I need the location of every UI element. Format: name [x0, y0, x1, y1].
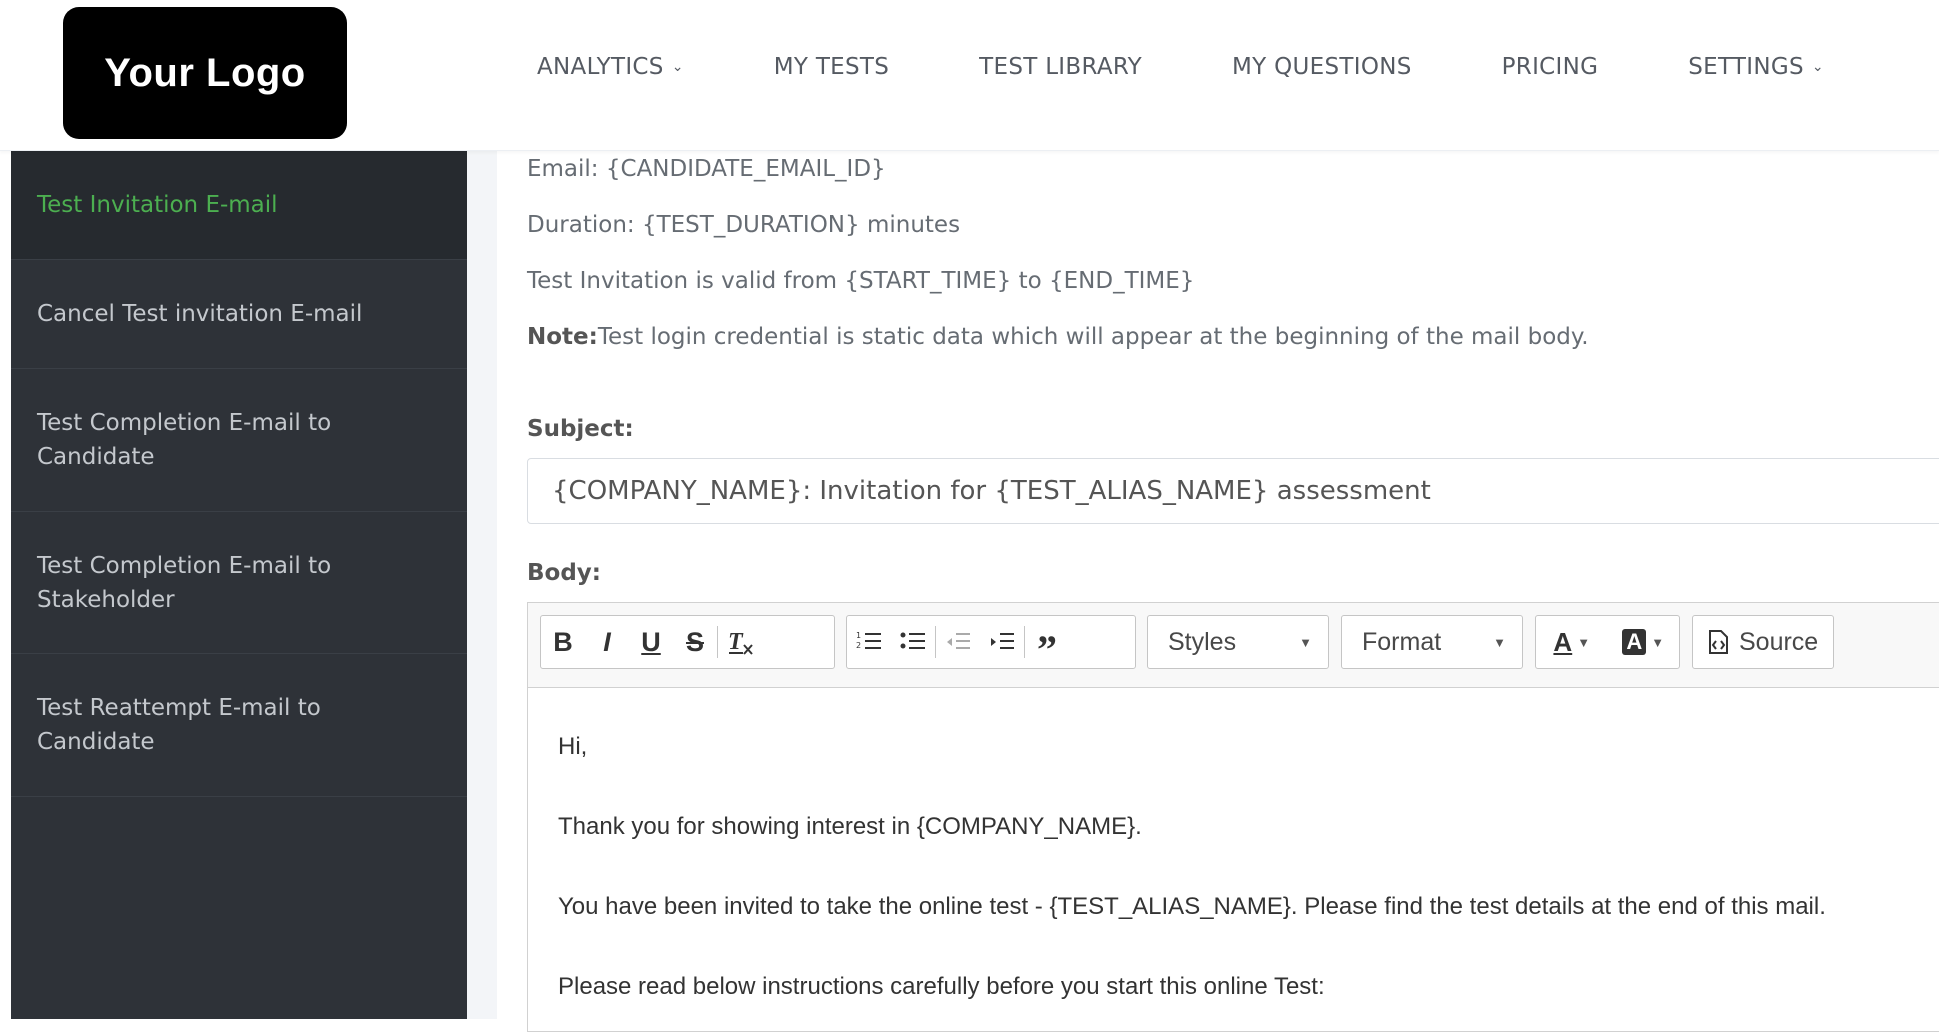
body-line: Thank you for showing interest in {COMPA…	[558, 813, 1142, 840]
numbered-list-button[interactable]: 1 2	[847, 616, 891, 668]
remove-format-icon: T	[728, 629, 753, 655]
italic-button[interactable]: I	[585, 616, 629, 668]
nav-my-questions-label: MY QUESTIONS	[1232, 54, 1412, 80]
email-template-sidebar: Test Invitation E-mail Cancel Test invit…	[11, 150, 467, 1019]
svg-text:2: 2	[856, 641, 861, 650]
sidebar-item-reattempt-candidate[interactable]: Test Reattempt E-mail to Candidate	[11, 654, 467, 797]
blockquote-button[interactable]: ”	[1025, 609, 1069, 675]
nav-my-questions[interactable]: MY QUESTIONS	[1232, 54, 1412, 80]
source-icon	[1709, 630, 1728, 654]
body-line: You have been invited to take the online…	[558, 893, 1826, 920]
svg-text:1: 1	[856, 631, 861, 640]
basic-styles-group: B I U S T	[540, 615, 835, 669]
sidebar-item-label: Test Completion E-mail to Candidate	[37, 410, 332, 470]
underline-button[interactable]: U	[629, 616, 673, 668]
remove-format-button[interactable]: T	[718, 616, 762, 668]
nav-analytics-label: ANALYTICS	[537, 54, 664, 80]
outdent-icon	[947, 633, 970, 649]
nav-my-tests[interactable]: MY TESTS	[774, 54, 889, 80]
sidebar-item-completion-stakeholder[interactable]: Test Completion E-mail to Stakeholder	[11, 512, 467, 654]
numbered-list-icon: 1 2	[856, 631, 881, 650]
content-gutter	[467, 150, 497, 1019]
logo[interactable]: Your Logo	[63, 7, 347, 139]
nav-pricing[interactable]: PRICING	[1502, 54, 1599, 80]
body-line: Hi,	[558, 733, 588, 760]
chevron-down-icon: ⌄	[1811, 59, 1824, 75]
background-color-button[interactable]: A ▼	[1613, 616, 1673, 668]
nav-settings[interactable]: SETTINGS ⌄	[1688, 54, 1824, 80]
body-label: Body:	[527, 560, 601, 586]
nav-test-library-label: TEST LIBRARY	[979, 54, 1143, 80]
bold-button[interactable]: B	[541, 616, 585, 668]
outdent-button[interactable]	[936, 616, 980, 668]
main-nav: ANALYTICS ⌄ MY TESTS TEST LIBRARY MY QUE…	[537, 0, 1914, 134]
sidebar-item-label: Cancel Test invitation E-mail	[37, 301, 363, 327]
background-color-icon: A	[1622, 629, 1647, 655]
format-dropdown[interactable]: Format ▼	[1341, 615, 1523, 669]
strikethrough-button[interactable]: S	[673, 616, 717, 668]
nav-my-tests-label: MY TESTS	[773, 54, 890, 80]
styles-dropdown[interactable]: Styles ▼	[1147, 615, 1329, 669]
source-label: Source	[1739, 627, 1819, 656]
sidebar-item-label: Test Reattempt E-mail to Candidate	[37, 695, 321, 755]
styles-label: Styles	[1168, 627, 1237, 656]
indent-icon	[991, 633, 1014, 649]
sidebar-item-label: Test Invitation E-mail	[37, 191, 278, 218]
nav-test-library[interactable]: TEST LIBRARY	[979, 54, 1142, 80]
chevron-down-icon: ⌄	[671, 59, 684, 75]
blockquote-icon: ”	[1037, 626, 1057, 672]
bulleted-list-button[interactable]	[891, 616, 935, 668]
sidebar-item-completion-candidate[interactable]: Test Completion E-mail to Candidate	[11, 369, 467, 512]
colors-group: A ▼ A ▼	[1535, 615, 1680, 669]
caret-down-icon: ▼	[1299, 634, 1312, 650]
placeholder-info-email: Email: {CANDIDATE_EMAIL_ID}	[527, 156, 886, 182]
top-header: Your Logo ANALYTICS ⌄ MY TESTS TEST LIBR…	[0, 0, 1939, 151]
caret-down-icon: ▼	[1493, 634, 1506, 650]
editor-toolbar: B I U S T 1 2 ” Styles ▼ Format ▼ A ▼ A …	[528, 603, 1939, 688]
svg-text:T: T	[728, 629, 744, 655]
placeholder-info-validity: Test Invitation is valid from {START_TIM…	[527, 268, 1195, 294]
bulleted-list-icon	[900, 632, 925, 649]
sidebar-item-test-invitation[interactable]: Test Invitation E-mail	[11, 150, 467, 260]
caret-down-icon: ▼	[1577, 634, 1591, 650]
text-color-button[interactable]: A ▼	[1542, 616, 1602, 668]
placeholder-info-duration: Duration: {TEST_DURATION} minutes	[527, 212, 961, 238]
note-label: Note:	[527, 324, 598, 350]
source-button[interactable]: Source	[1692, 615, 1834, 669]
note-text: Test login credential is static data whi…	[597, 324, 1589, 350]
body-line: Please read below instructions carefully…	[558, 973, 1325, 1000]
indent-button[interactable]	[980, 616, 1024, 668]
sidebar-item-label: Test Completion E-mail to Stakeholder	[37, 552, 332, 613]
text-color-icon: A	[1553, 626, 1573, 657]
list-indent-group: 1 2 ”	[846, 615, 1136, 672]
nav-analytics[interactable]: ANALYTICS ⌄	[537, 54, 684, 80]
nav-settings-label: SETTINGS	[1688, 54, 1804, 80]
caret-down-icon: ▼	[1651, 634, 1665, 650]
email-editor-panel: Email: {CANDIDATE_EMAIL_ID} Duration: {T…	[497, 150, 1939, 1032]
nav-pricing-label: PRICING	[1501, 54, 1599, 80]
subject-input[interactable]	[527, 458, 1939, 524]
note-line: Note:Test login credential is static dat…	[527, 324, 1589, 350]
format-label: Format	[1362, 627, 1442, 656]
rich-text-editor: B I U S T 1 2 ” Styles ▼ Format ▼ A ▼ A …	[527, 602, 1939, 1032]
subject-label: Subject:	[527, 416, 634, 442]
sidebar-item-cancel-invitation[interactable]: Cancel Test invitation E-mail	[11, 260, 467, 369]
